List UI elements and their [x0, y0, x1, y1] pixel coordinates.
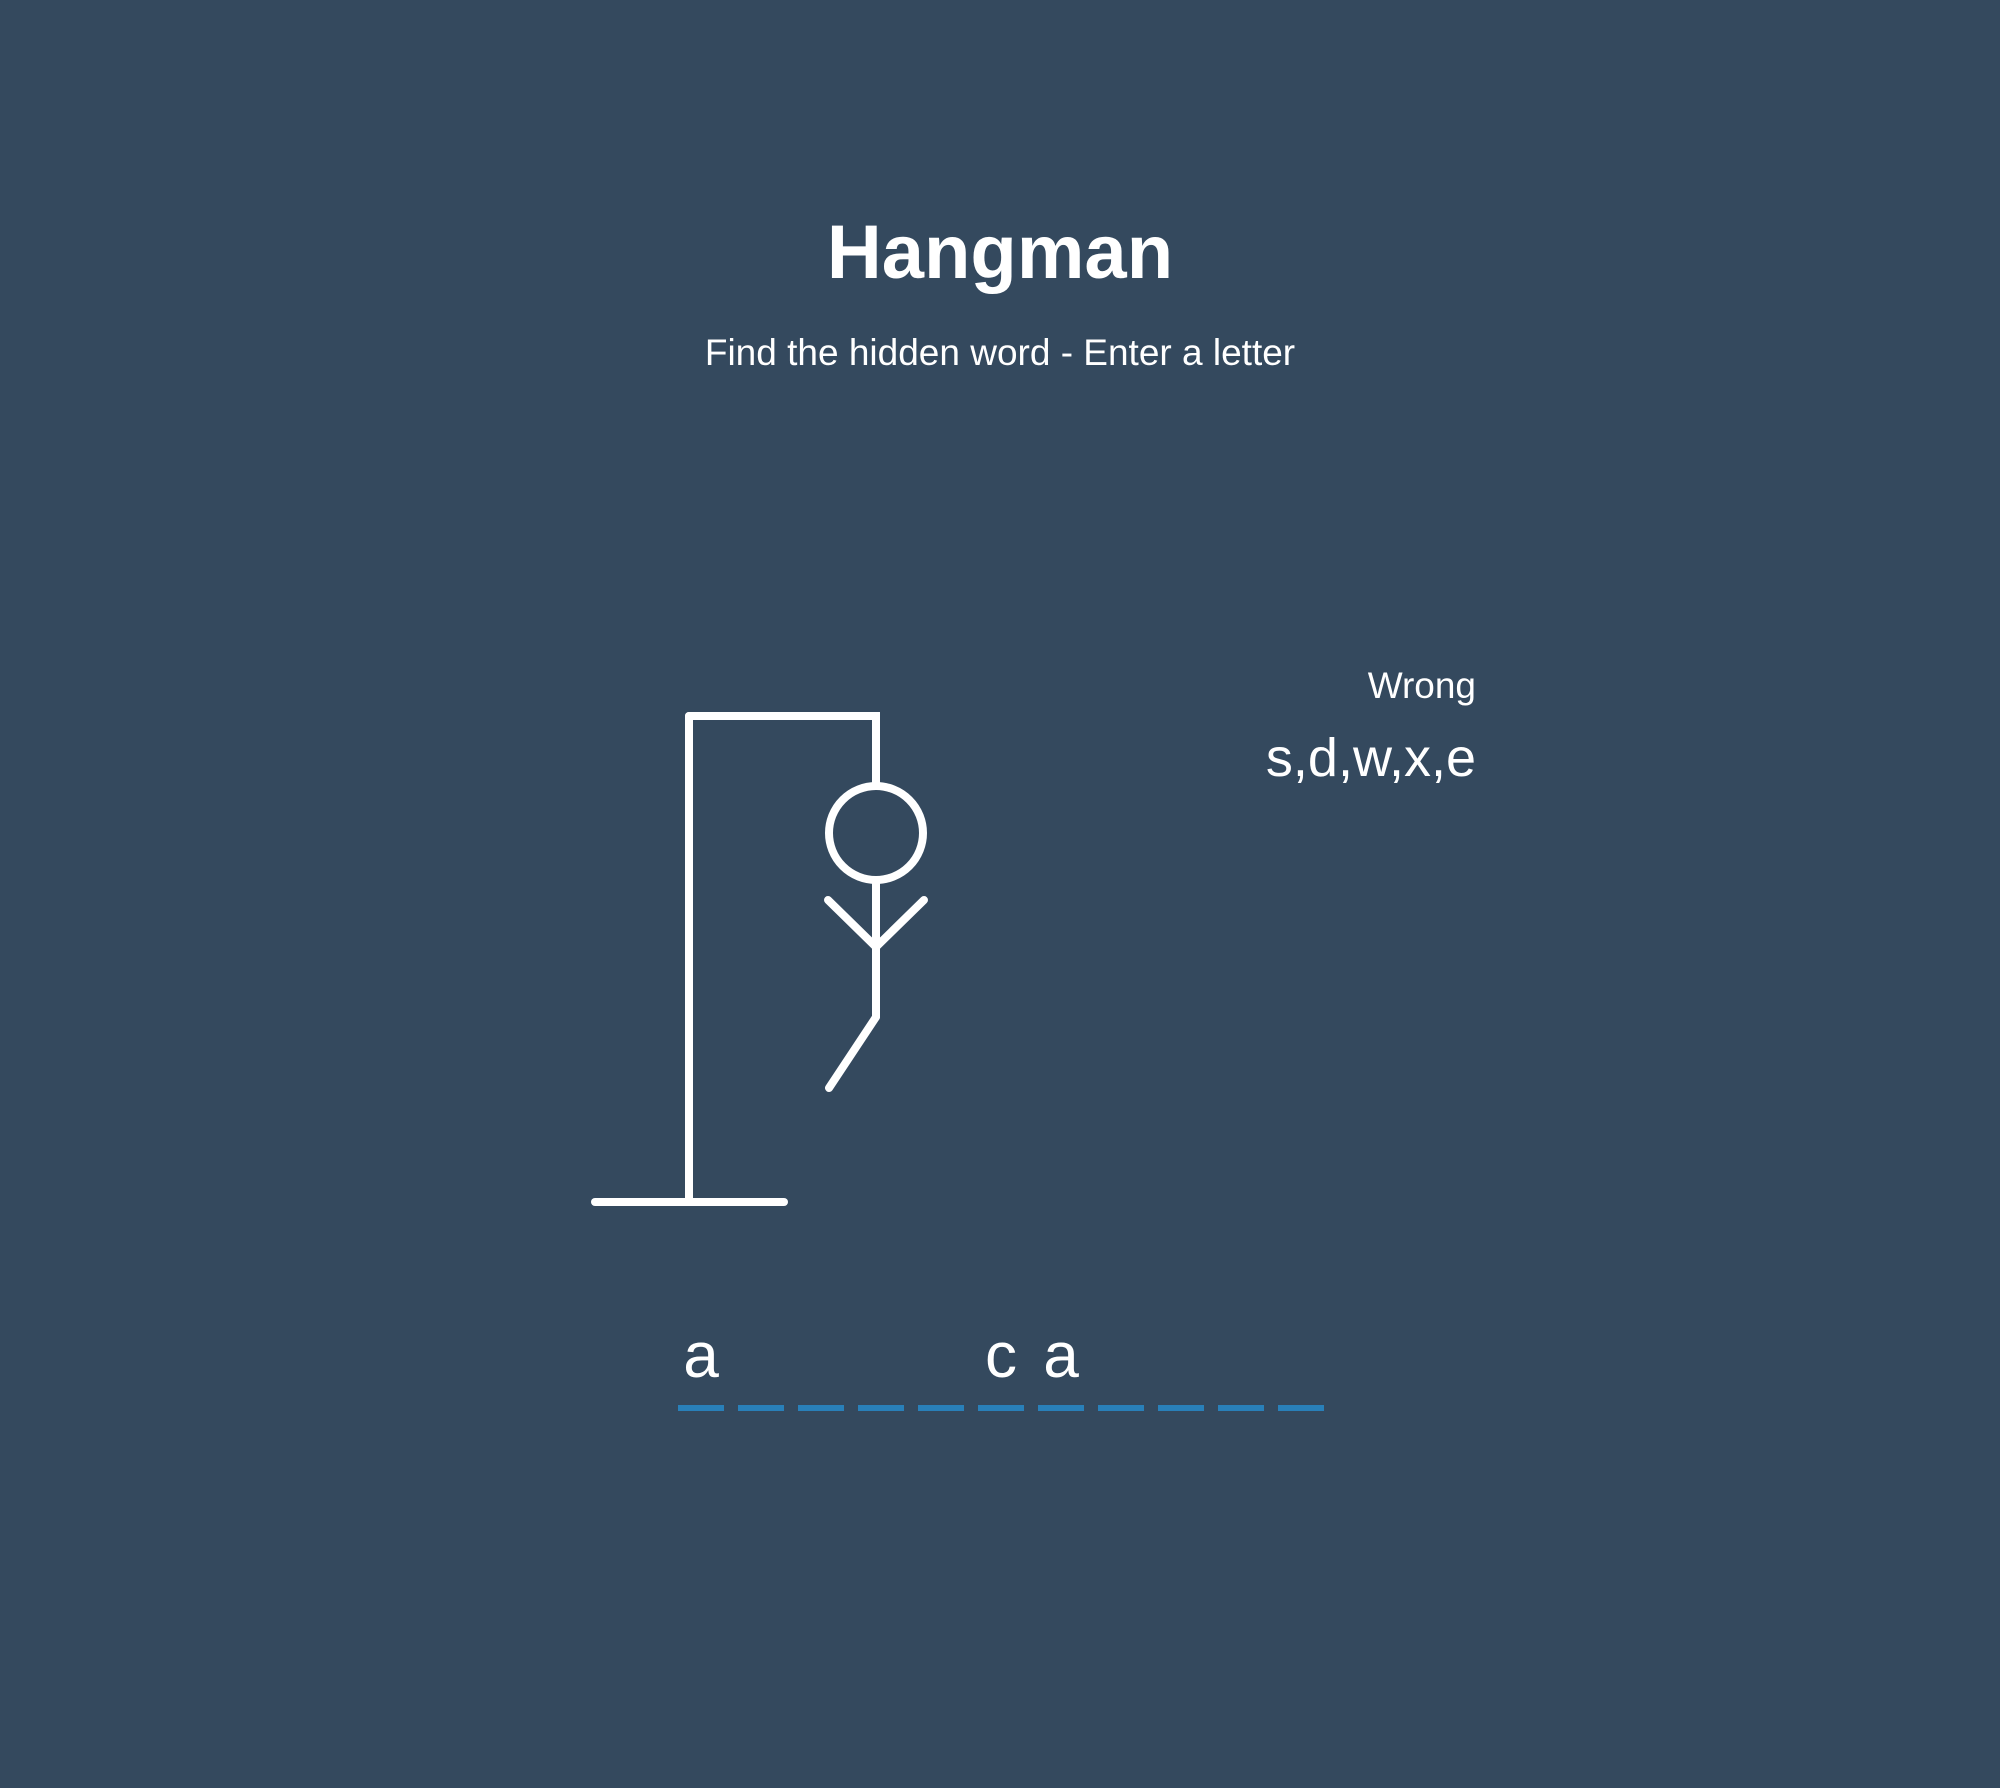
letter-slot: c	[978, 1311, 1024, 1411]
letter: a	[683, 1319, 719, 1391]
figure-head	[825, 782, 927, 884]
letter-slot	[858, 1311, 904, 1411]
figure-left-arm	[824, 896, 880, 951]
letter: a	[1043, 1319, 1079, 1391]
hangman-figure	[591, 712, 928, 1206]
wrong-label: Wrong	[1367, 665, 1476, 706]
wrong-letters: s,d,w,x,e	[1265, 728, 1476, 788]
letter-slot	[738, 1311, 784, 1411]
figure-left-leg	[825, 1013, 880, 1092]
letter-slot: a	[1038, 1311, 1084, 1411]
gallows-beam	[685, 712, 880, 789]
hidden-word: a c a	[678, 1311, 1338, 1411]
letter-slot	[1218, 1311, 1264, 1411]
letter-slot	[1098, 1311, 1144, 1411]
letter-slot	[1278, 1311, 1324, 1411]
letter-slot: a	[678, 1311, 724, 1411]
letter-slot	[1158, 1311, 1204, 1411]
letter-slot	[918, 1311, 964, 1411]
letter-slot	[798, 1311, 844, 1411]
wrong-letters-panel: Wrong s,d,w,x,e	[1266, 664, 1476, 788]
figure-right-arm	[872, 896, 928, 951]
letter: c	[985, 1319, 1017, 1391]
